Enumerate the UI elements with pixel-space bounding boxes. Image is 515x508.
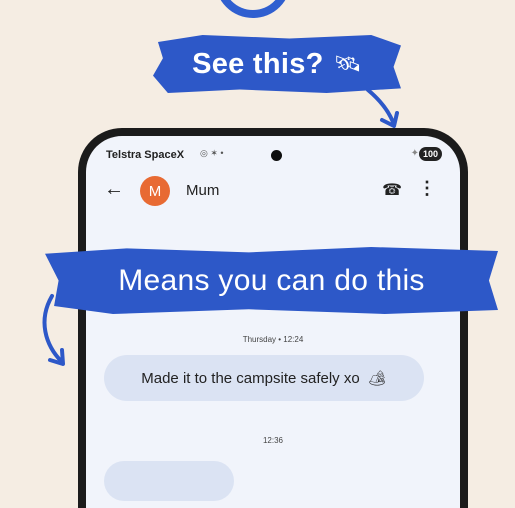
message-timestamp: Thursday • 12:24 bbox=[242, 335, 304, 344]
decorative-arc bbox=[215, 0, 291, 18]
banner-top-text: See this? bbox=[192, 47, 324, 80]
means-you-can-banner: Means you can do this bbox=[45, 247, 498, 314]
status-bar: Telstra SpaceX ◎ ✶ • ✦ 100 bbox=[86, 136, 460, 164]
contact-avatar[interactable]: M bbox=[140, 176, 170, 206]
contact-name[interactable]: Mum bbox=[186, 182, 219, 199]
conversation-app-bar: ← M Mum ☎ ⋮ bbox=[86, 170, 460, 210]
more-options-icon[interactable]: ⋮ bbox=[418, 178, 436, 199]
status-icons: ◎ ✶ • bbox=[200, 148, 224, 158]
back-arrow-icon[interactable]: ← bbox=[104, 178, 124, 201]
see-this-banner: See this? 🛰 bbox=[153, 35, 401, 93]
banner-bottom-text: Means you can do this bbox=[118, 263, 425, 297]
message-bubble[interactable]: Made it to the campsite safely xo 🏕 bbox=[104, 355, 424, 401]
front-camera bbox=[271, 150, 282, 161]
phone-screen: Telstra SpaceX ◎ ✶ • ✦ 100 ← M Mum ☎ ⋮ T… bbox=[86, 136, 460, 508]
battery-indicator: 100 bbox=[418, 147, 442, 161]
tent-emoji-icon: 🏕 bbox=[367, 370, 387, 387]
satellite-status-icon: ✦ bbox=[410, 148, 419, 159]
message-timestamp-2: 12:36 bbox=[262, 436, 284, 445]
message-bubble-2[interactable] bbox=[104, 461, 234, 501]
satellite-icon: 🛰 bbox=[333, 51, 362, 76]
phone-call-icon[interactable]: ☎ bbox=[382, 180, 402, 200]
phone-frame: Telstra SpaceX ◎ ✶ • ✦ 100 ← M Mum ☎ ⋮ T… bbox=[78, 128, 468, 508]
message-text: Made it to the campsite safely xo bbox=[141, 369, 360, 387]
carrier-name: Telstra SpaceX bbox=[106, 149, 185, 161]
